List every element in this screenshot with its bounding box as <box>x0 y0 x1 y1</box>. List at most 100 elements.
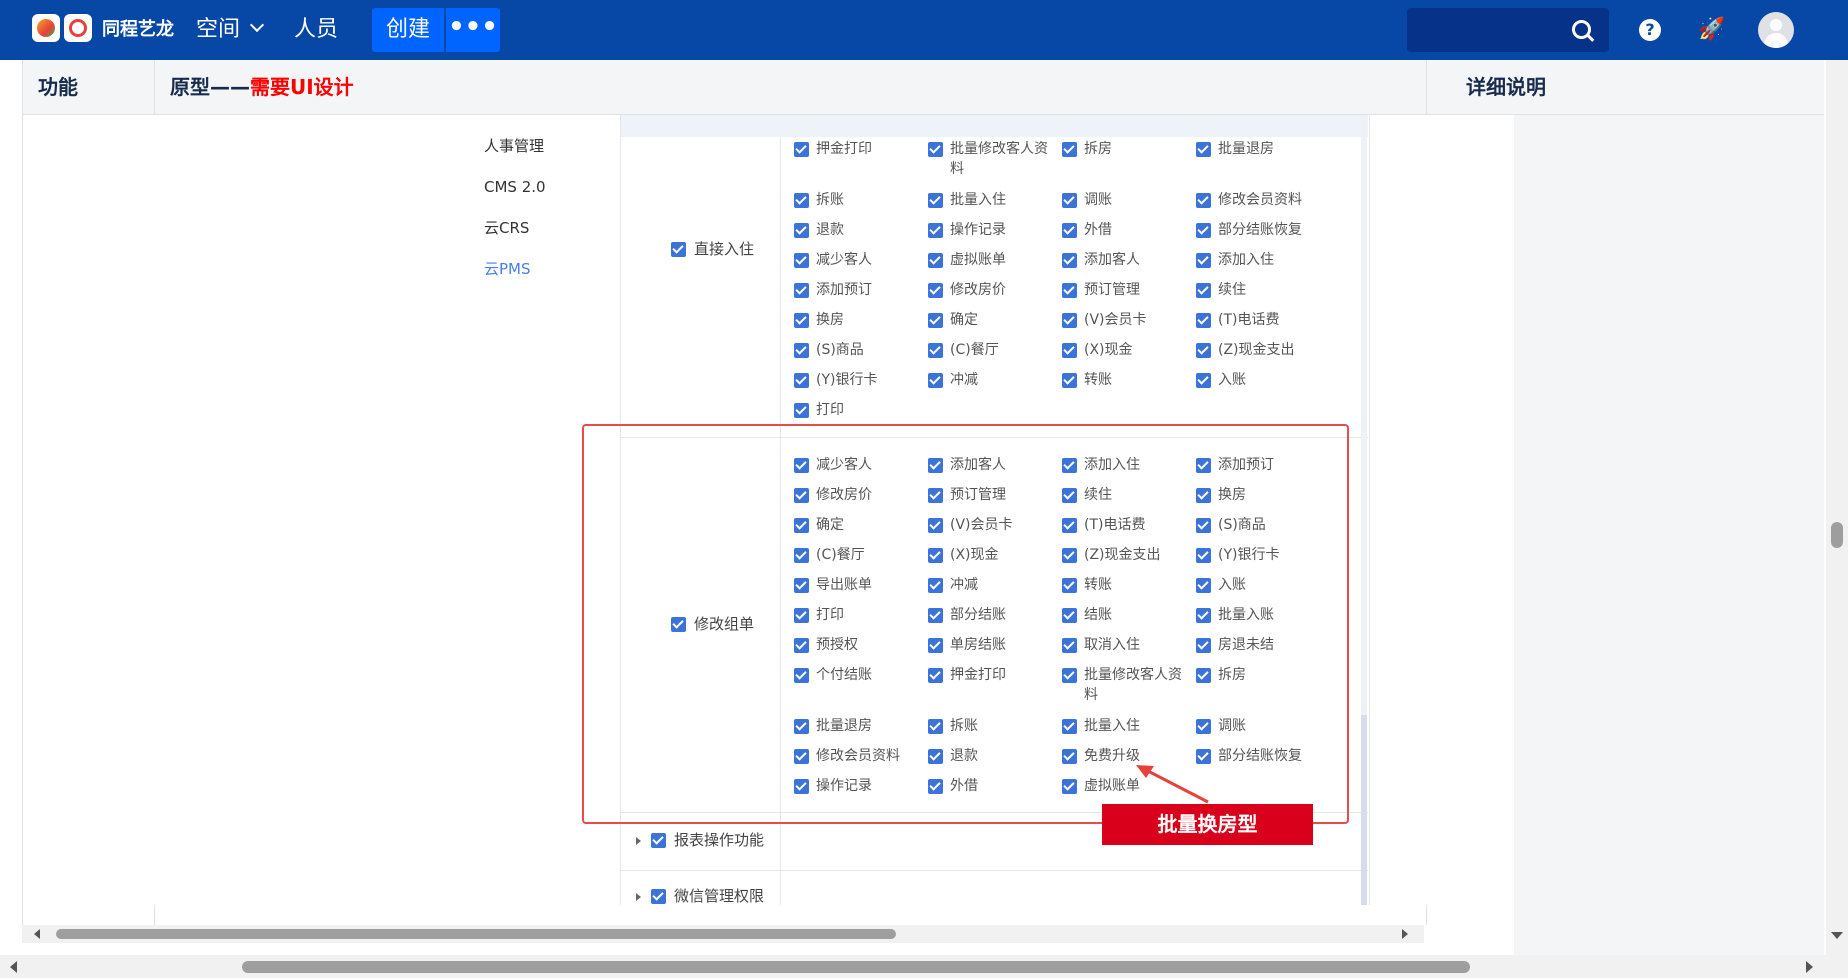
checkbox-checked-icon[interactable] <box>1196 253 1211 268</box>
checkbox-checked-icon[interactable] <box>1062 373 1077 388</box>
permission-label: 添加入住 <box>1218 252 1274 268</box>
permission-label: (X)现金 <box>1084 342 1133 358</box>
checkbox-checked-icon[interactable] <box>651 833 666 848</box>
checkbox-checked-icon[interactable] <box>1062 343 1077 358</box>
permission-label: (S)商品 <box>816 342 864 358</box>
side-menu-item[interactable]: CMS 2.0 <box>484 176 546 217</box>
permission-label: 续住 <box>1218 282 1246 298</box>
scroll-down-icon[interactable] <box>1831 932 1843 939</box>
checkbox-checked-icon[interactable] <box>1196 223 1211 238</box>
expand-caret-icon[interactable] <box>636 836 641 845</box>
checkbox-checked-icon[interactable] <box>671 242 686 257</box>
permission-label: 预订管理 <box>1084 282 1140 298</box>
avatar[interactable] <box>1758 12 1794 48</box>
logo-swirl-icon <box>64 14 92 42</box>
scroll-left-icon[interactable] <box>10 961 17 973</box>
checkbox-checked-icon[interactable] <box>1062 193 1077 208</box>
checkbox-checked-icon[interactable] <box>928 223 943 238</box>
group-wechat-permissions[interactable]: 微信管理权限 <box>636 885 764 905</box>
chevron-down-icon <box>249 17 265 33</box>
group-label-text: 微信管理权限 <box>674 887 765 905</box>
checkbox-checked-icon[interactable] <box>1062 223 1077 238</box>
checkbox-checked-icon[interactable] <box>794 283 809 298</box>
permission-label: 转账 <box>1084 372 1112 388</box>
permission-label: 批量入住 <box>950 192 1006 208</box>
create-button[interactable]: 创建 <box>372 8 444 52</box>
notification-rocket-icon[interactable]: 🚀 <box>1698 18 1725 42</box>
checkbox-checked-icon[interactable] <box>1062 142 1077 157</box>
checkbox-checked-icon[interactable] <box>794 313 809 328</box>
scroll-left-icon[interactable] <box>34 929 40 939</box>
checkbox-checked-icon[interactable] <box>1196 343 1211 358</box>
checkbox-checked-icon[interactable] <box>928 283 943 298</box>
checkbox-checked-icon[interactable] <box>1196 373 1211 388</box>
annotation-arrow-icon <box>1136 765 1209 804</box>
logo-flower-icon <box>32 14 60 42</box>
nav-spaces-label: 空间 <box>196 17 241 42</box>
permission-label: (T)电话费 <box>1218 312 1280 328</box>
group-label-text: 直接入住 <box>694 240 755 258</box>
permission-label: 添加客人 <box>1084 252 1140 268</box>
checkbox-checked-icon[interactable] <box>794 373 809 388</box>
annotation-label: 批量换房型 <box>1102 804 1313 845</box>
table-header: 功能 原型——需要UI设计 详细说明 <box>22 60 1824 115</box>
checkbox-checked-icon[interactable] <box>794 193 809 208</box>
scroll-right-icon[interactable] <box>1402 929 1408 939</box>
permission-label: 退款 <box>816 222 844 238</box>
checkbox-checked-icon[interactable] <box>1196 313 1211 328</box>
permission-label: 减少客人 <box>816 252 872 268</box>
more-button[interactable]: ••• <box>446 8 500 52</box>
checkbox-checked-icon[interactable] <box>794 403 809 418</box>
checkbox-checked-icon[interactable] <box>1196 193 1211 208</box>
help-icon[interactable]: ? <box>1639 19 1661 41</box>
search-icon[interactable] <box>1572 20 1591 39</box>
nav-spaces[interactable]: 空间 <box>196 0 265 60</box>
permission-label: 修改房价 <box>950 282 1006 298</box>
checkbox-checked-icon[interactable] <box>928 373 943 388</box>
permission-label: 冲减 <box>950 372 978 388</box>
checkbox-checked-icon[interactable] <box>794 223 809 238</box>
checkbox-checked-icon[interactable] <box>928 142 943 157</box>
side-menu: 人事管理 CMS 2.0 云CRS 云PMS <box>484 135 546 299</box>
group-checkbox-direct-checkin[interactable]: 直接入住 <box>671 238 754 259</box>
permission-label: 拆账 <box>816 192 844 208</box>
permission-label: (Y)银行卡 <box>816 372 878 388</box>
permission-label: 部分结账恢复 <box>1218 222 1302 238</box>
expand-caret-icon[interactable] <box>636 892 641 901</box>
checkbox-checked-icon[interactable] <box>794 142 809 157</box>
checkbox-checked-icon[interactable] <box>794 343 809 358</box>
inner-horizontal-scrollbar[interactable] <box>22 925 1424 943</box>
checkbox-checked-icon[interactable] <box>1062 253 1077 268</box>
side-menu-item[interactable]: 人事管理 <box>484 135 546 176</box>
checkbox-checked-icon[interactable] <box>928 253 943 268</box>
checkbox-checked-icon[interactable] <box>1062 283 1077 298</box>
checkbox-checked-icon[interactable] <box>928 343 943 358</box>
checkbox-checked-icon[interactable] <box>651 889 666 904</box>
page-vertical-scrollbar[interactable] <box>1826 60 1848 978</box>
checkbox-checked-icon[interactable] <box>1196 142 1211 157</box>
permission-label: 虚拟账单 <box>950 252 1006 268</box>
logo[interactable]: 同程艺龙 <box>32 14 174 42</box>
checkbox-checked-icon[interactable] <box>928 193 943 208</box>
side-menu-item-active[interactable]: 云PMS <box>484 258 546 299</box>
header-detail: 详细说明 <box>1466 75 1546 99</box>
checkbox-checked-icon[interactable] <box>794 253 809 268</box>
nav-people[interactable]: 人员 <box>294 0 338 60</box>
group-report-functions[interactable]: 报表操作功能 <box>636 829 764 850</box>
side-menu-item[interactable]: 云CRS <box>484 217 546 258</box>
checkbox-checked-icon[interactable] <box>1196 283 1211 298</box>
row-separator <box>620 870 1368 871</box>
permission-label: (V)会员卡 <box>1084 312 1147 328</box>
permission-label: 打印 <box>816 402 844 418</box>
search-input[interactable] <box>1407 8 1609 52</box>
permission-label: 操作记录 <box>950 222 1006 238</box>
permission-label: 添加预订 <box>816 282 872 298</box>
checkbox-checked-icon[interactable] <box>1062 313 1077 328</box>
page-horizontal-scrollbar[interactable] <box>0 955 1826 978</box>
header-prototype-highlight: 需要UI设计 <box>250 75 354 99</box>
checkbox-checked-icon[interactable] <box>928 313 943 328</box>
panel-scrollbar[interactable] <box>1361 115 1367 905</box>
detail-cell <box>1514 115 1824 955</box>
scroll-right-icon[interactable] <box>1806 961 1813 973</box>
group-label-text: 报表操作功能 <box>674 831 765 849</box>
